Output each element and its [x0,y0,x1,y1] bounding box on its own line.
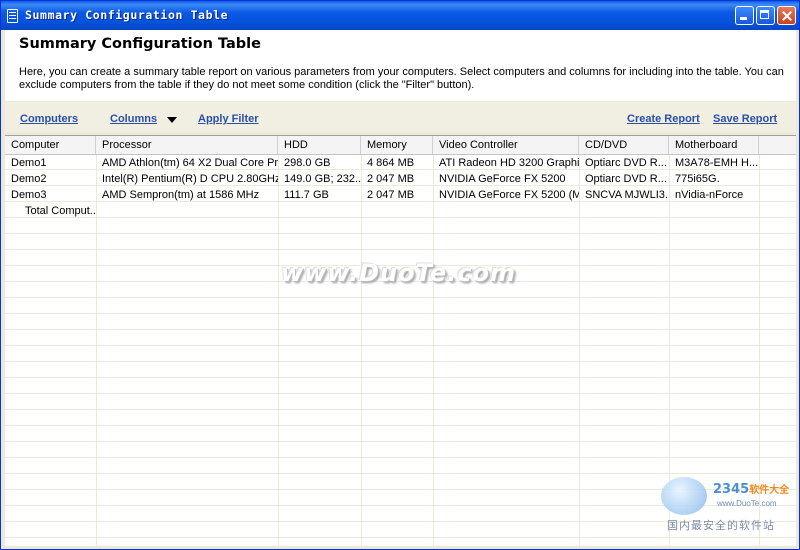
mascot-icon [661,477,707,515]
cell-motherboard: nVidia-nForce [675,189,744,201]
table-row[interactable]: Demo2 Intel(R) Pentium(R) D CPU 2.80GHz … [5,171,796,187]
cell-hdd: 149.0 GB; 232... [284,173,361,185]
cell-cd-dvd: SNCVA MJWLI3... [585,189,669,201]
cell-video-controller: ATI Radeon HD 3200 Graphi... [439,157,579,169]
cell-computer: Demo1 [11,157,47,169]
table-header: Computer Processor HDD Memory Video Cont… [5,136,796,155]
cell-motherboard: M3A78-EMH H... [675,157,759,169]
apply-filter-link[interactable]: Apply Filter [198,113,259,125]
table-row[interactable]: Demo3 AMD Sempron(tm) at 1586 MHz 111.7 … [5,187,796,203]
close-button[interactable] [777,6,796,25]
columns-dropdown-icon[interactable] [167,117,177,123]
cell-cd-dvd: Optiarc DVD R... [585,157,667,169]
minimize-button[interactable] [735,6,754,25]
title-bar[interactable]: Summary Configuration Table [1,1,799,30]
create-report-link[interactable]: Create Report [627,113,700,125]
app-icon [7,9,18,23]
cell-hdd: 298.0 GB [284,157,331,169]
watermark-logo: 2345软件大全 www.DuoTe.com 国内最安全的软件站 [661,477,797,533]
cell-motherboard: 775i65G. [675,173,720,185]
cell-video-controller: NVIDIA GeForce FX 5200 (M... [439,189,579,201]
cell-memory: 2 047 MB [367,173,415,185]
cell-computer: Demo2 [11,173,47,185]
save-report-link[interactable]: Save Report [713,113,777,125]
column-header-video-controller[interactable]: Video Controller [433,136,579,154]
logo-url: www.DuoTe.com [717,499,777,508]
cell-memory: 2 047 MB [367,189,415,201]
logo-brand: 2345软件大全 [713,482,790,497]
column-header-hdd[interactable]: HDD [278,136,361,154]
cell-processor: AMD Sempron(tm) at 1586 MHz [102,189,260,201]
window-title: Summary Configuration Table [25,8,229,22]
toolbar: Computers Columns Apply Filter Create Re… [5,102,796,132]
computers-link[interactable]: Computers [20,113,78,125]
cell-cd-dvd: Optiarc DVD R... [585,173,667,185]
maximize-button[interactable] [756,6,775,25]
cell-processor: AMD Athlon(tm) 64 X2 Dual Core Pro... [102,157,278,169]
table-row[interactable]: Demo1 AMD Athlon(tm) 64 X2 Dual Core Pro… [5,155,796,171]
cell-video-controller: NVIDIA GeForce FX 5200 [439,173,566,185]
columns-link[interactable]: Columns [110,113,157,125]
watermark-text: www.DuoTe.com [281,259,516,287]
column-header-processor[interactable]: Processor [96,136,278,154]
header-panel: Summary Configuration Table Here, you ca… [5,30,796,101]
cell-processor: Intel(R) Pentium(R) D CPU 2.80GHz a... [102,173,278,185]
app-window: Summary Configuration Table Summary Conf… [0,0,800,550]
column-header-computer[interactable]: Computer [5,136,96,154]
cell-memory: 4 864 MB [367,157,415,169]
logo-slogan: 国内最安全的软件站 [667,519,775,532]
column-header-cd-dvd[interactable]: CD/DVD [579,136,669,154]
column-header-motherboard[interactable]: Motherboard [669,136,759,154]
column-header-memory[interactable]: Memory [361,136,433,154]
total-computers-label: Total Comput... [25,205,96,217]
cell-hdd: 111.7 GB [284,189,329,201]
table-total-row[interactable]: Total Comput... [5,203,796,219]
page-title: Summary Configuration Table [19,36,261,52]
page-description: Here, you can create a summary table rep… [19,66,784,91]
cell-computer: Demo3 [11,189,47,201]
